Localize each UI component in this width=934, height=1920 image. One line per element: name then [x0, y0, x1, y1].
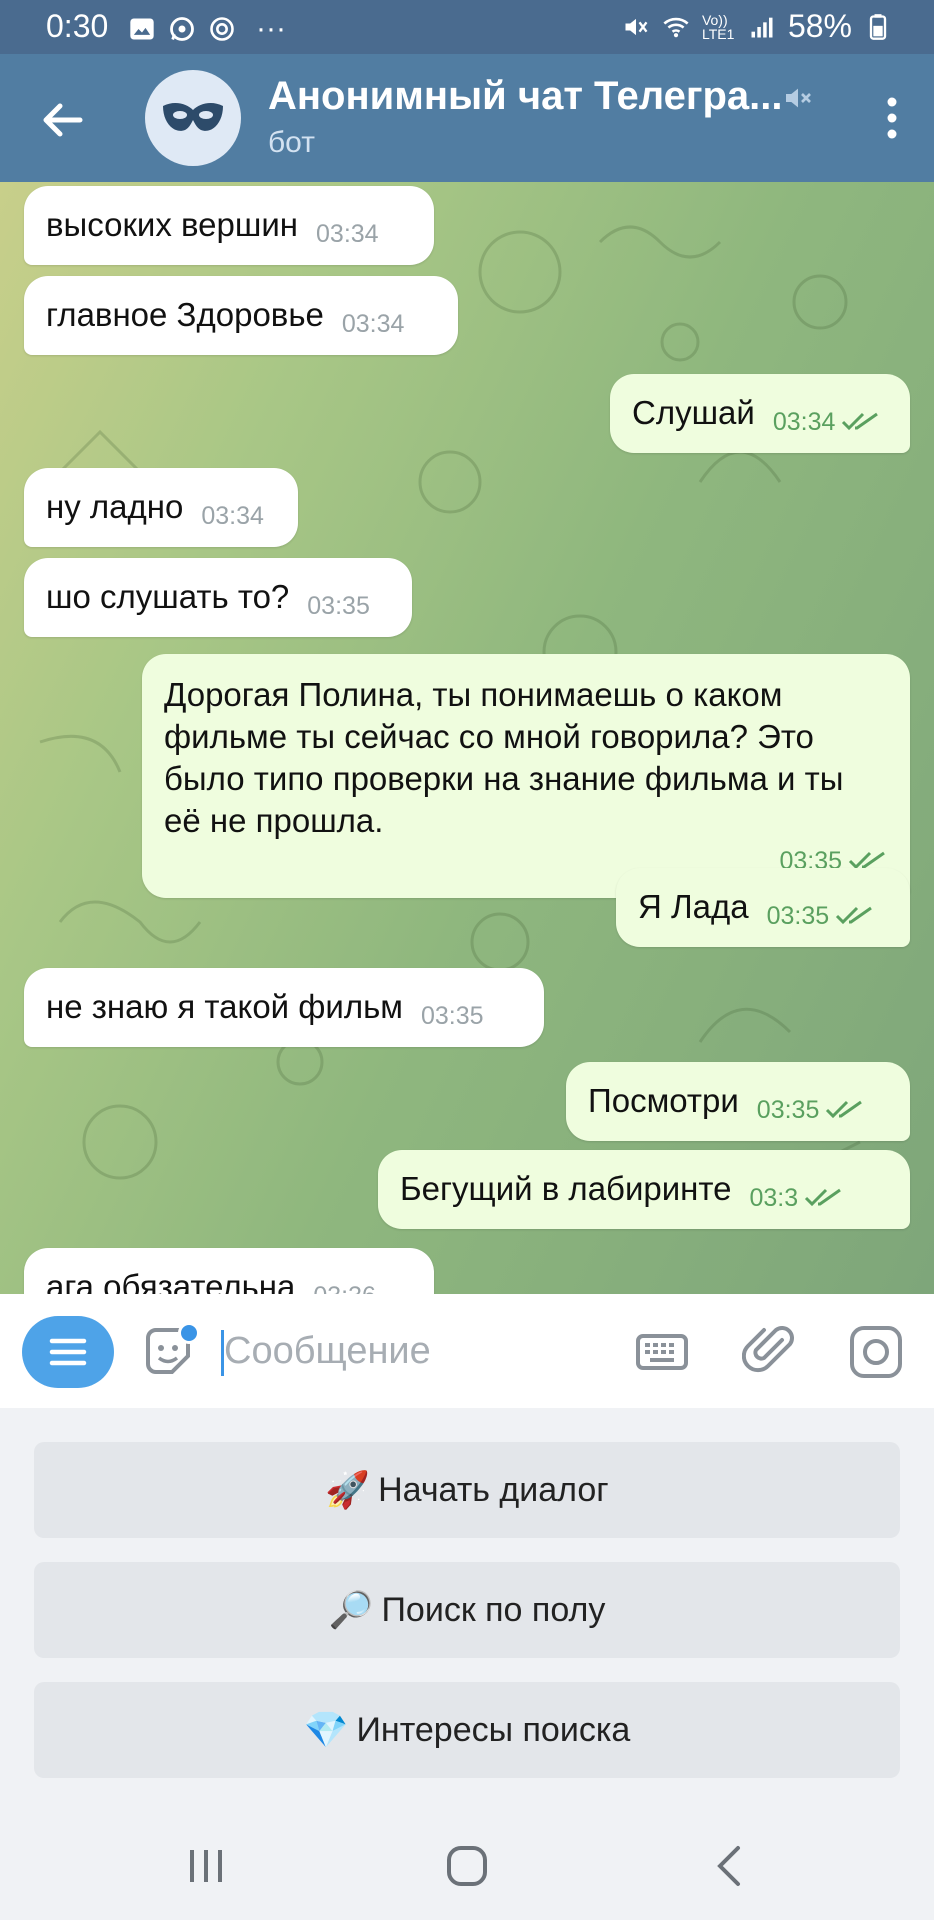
outgoing-message-bubble[interactable]: Я Лада 03:35 [616, 868, 910, 947]
message-time: 03:34 [201, 502, 264, 530]
message-meta: 03:3 [749, 1184, 844, 1213]
start-dialog-label: Начать диалог [378, 1470, 609, 1509]
message-meta: 03:35 [307, 592, 370, 621]
message-text: ну ладно [46, 488, 184, 525]
incoming-message-bubble[interactable]: высоких вершин 03:34 [24, 186, 434, 265]
paperclip-icon[interactable] [742, 1322, 798, 1378]
search-interests-button[interactable]: 💎 Интересы поиска [34, 1682, 900, 1778]
message-time: 03:35 [307, 592, 370, 620]
mask-icon [163, 103, 223, 131]
incoming-message-bubble[interactable]: главное Здоровье 03:34 [24, 276, 458, 355]
status-time: 0:30 [46, 8, 109, 44]
search-by-gender-label: Поиск по полу [381, 1590, 606, 1629]
message-text: ага обязательна [46, 1268, 296, 1294]
message-time: 03:35 [756, 1096, 820, 1124]
message-time: 03:34 [341, 310, 405, 338]
back-icon[interactable] [704, 1840, 756, 1892]
double-check-icon [805, 1188, 842, 1207]
system-nav-bar [0, 1812, 934, 1920]
wifi-icon [663, 17, 689, 37]
message-text: шо слушать то? [46, 578, 290, 615]
message-meta: 03:34 [773, 408, 882, 437]
start-dialog-button[interactable]: 🚀 Начать диалог [34, 1442, 900, 1538]
bot-menu-button[interactable] [22, 1316, 114, 1388]
incoming-message-bubble[interactable]: ага обязательна 03:36 [24, 1248, 434, 1294]
outgoing-message-bubble[interactable]: Слушай 03:34 [610, 374, 910, 453]
signal-icon [751, 17, 773, 37]
incoming-message-bubble[interactable]: не знаю я такой фильм 03:35 [24, 968, 544, 1047]
message-meta: 03:34 [201, 502, 264, 531]
chat-area[interactable]: высоких вершин 03:34 главное Здоровье 03:34… [0, 182, 934, 1294]
message-text: высоких вершин [46, 206, 299, 243]
double-check-icon [842, 412, 879, 431]
message-time: 03:35 [421, 1002, 484, 1030]
mute-vibrate-icon [625, 18, 648, 35]
message-composer [0, 1294, 934, 1408]
network-label: Vo)) LTE1 [701, 11, 735, 42]
message-time: 03:3 [749, 1184, 799, 1212]
outgoing-message-bubble[interactable]: Бегущий в лабиринте 03:3 [378, 1150, 910, 1229]
message-meta: 03:36 [313, 1282, 376, 1294]
avatar[interactable] [145, 70, 241, 166]
rocket-icon: 🚀 [325, 1469, 371, 1510]
gallery-icon [130, 18, 154, 40]
chat-header: Анонимный чат Телегра... бот [0, 54, 934, 182]
status-more-dots: ··· [256, 12, 286, 45]
battery-percent: 58% [787, 8, 852, 44]
battery-icon [869, 13, 887, 40]
whatsapp-icon [170, 17, 194, 41]
message-text: Я Лада [638, 888, 749, 925]
chat-subtitle: бот [268, 126, 315, 159]
message-text: главное Здоровье [46, 296, 324, 333]
incoming-message-bubble[interactable]: шо слушать то? 03:35 [24, 558, 412, 637]
message-time: 03:34 [316, 220, 379, 248]
double-check-icon [836, 906, 873, 925]
status-bar: 0:30 ··· Vo)) LTE1 58% [0, 0, 934, 54]
message-text: Посмотри [588, 1082, 739, 1119]
chat-title[interactable]: Анонимный чат Телегра... [268, 74, 783, 119]
menu-icon [49, 1338, 87, 1366]
message-text: Слушай [632, 394, 755, 431]
message-time: 03:34 [772, 408, 836, 436]
more-vertical-icon[interactable] [880, 94, 904, 142]
gem-icon: 💎 [303, 1709, 349, 1750]
outgoing-message-bubble[interactable]: Посмотри 03:35 [566, 1062, 910, 1141]
message-text: не знаю я такой фильм [46, 988, 403, 1025]
magnifier-icon: 🔎 [328, 1589, 374, 1630]
outgoing-message-bubble[interactable]: Дорогая Полина, ты понимаешь о каком фил… [142, 654, 910, 898]
keyboard-icon[interactable] [634, 1324, 690, 1380]
home-icon[interactable] [441, 1840, 493, 1892]
message-input[interactable] [224, 1320, 594, 1382]
sync-icon [210, 17, 234, 41]
sticker-notification-dot [178, 1322, 200, 1344]
back-arrow-icon[interactable] [34, 92, 90, 148]
camera-icon[interactable] [848, 1324, 904, 1380]
incoming-message-bubble[interactable]: ну ладно 03:34 [24, 468, 298, 547]
recents-icon[interactable] [180, 1840, 232, 1892]
search-by-gender-button[interactable]: 🔎 Поиск по полу [34, 1562, 900, 1658]
message-meta: 03:35 [757, 1096, 866, 1125]
search-interests-label: Интересы поиска [356, 1710, 631, 1749]
message-meta: 03:34 [342, 310, 405, 339]
message-meta: 03:35 [767, 902, 876, 931]
message-text: Бегущий в лабиринте [400, 1170, 732, 1207]
message-time: 03:36 [313, 1282, 376, 1294]
message-meta: 03:34 [316, 220, 379, 249]
message-meta: 03:35 [421, 1002, 484, 1031]
double-check-icon [826, 1100, 863, 1119]
mute-icon [786, 88, 811, 108]
message-time: 03:35 [766, 902, 830, 930]
message-text: Дорогая Полина, ты понимаешь о каком фил… [164, 676, 844, 839]
bot-keyboard: 🚀 Начать диалог 🔎 Поиск по полу 💎 Интере… [0, 1408, 934, 1812]
